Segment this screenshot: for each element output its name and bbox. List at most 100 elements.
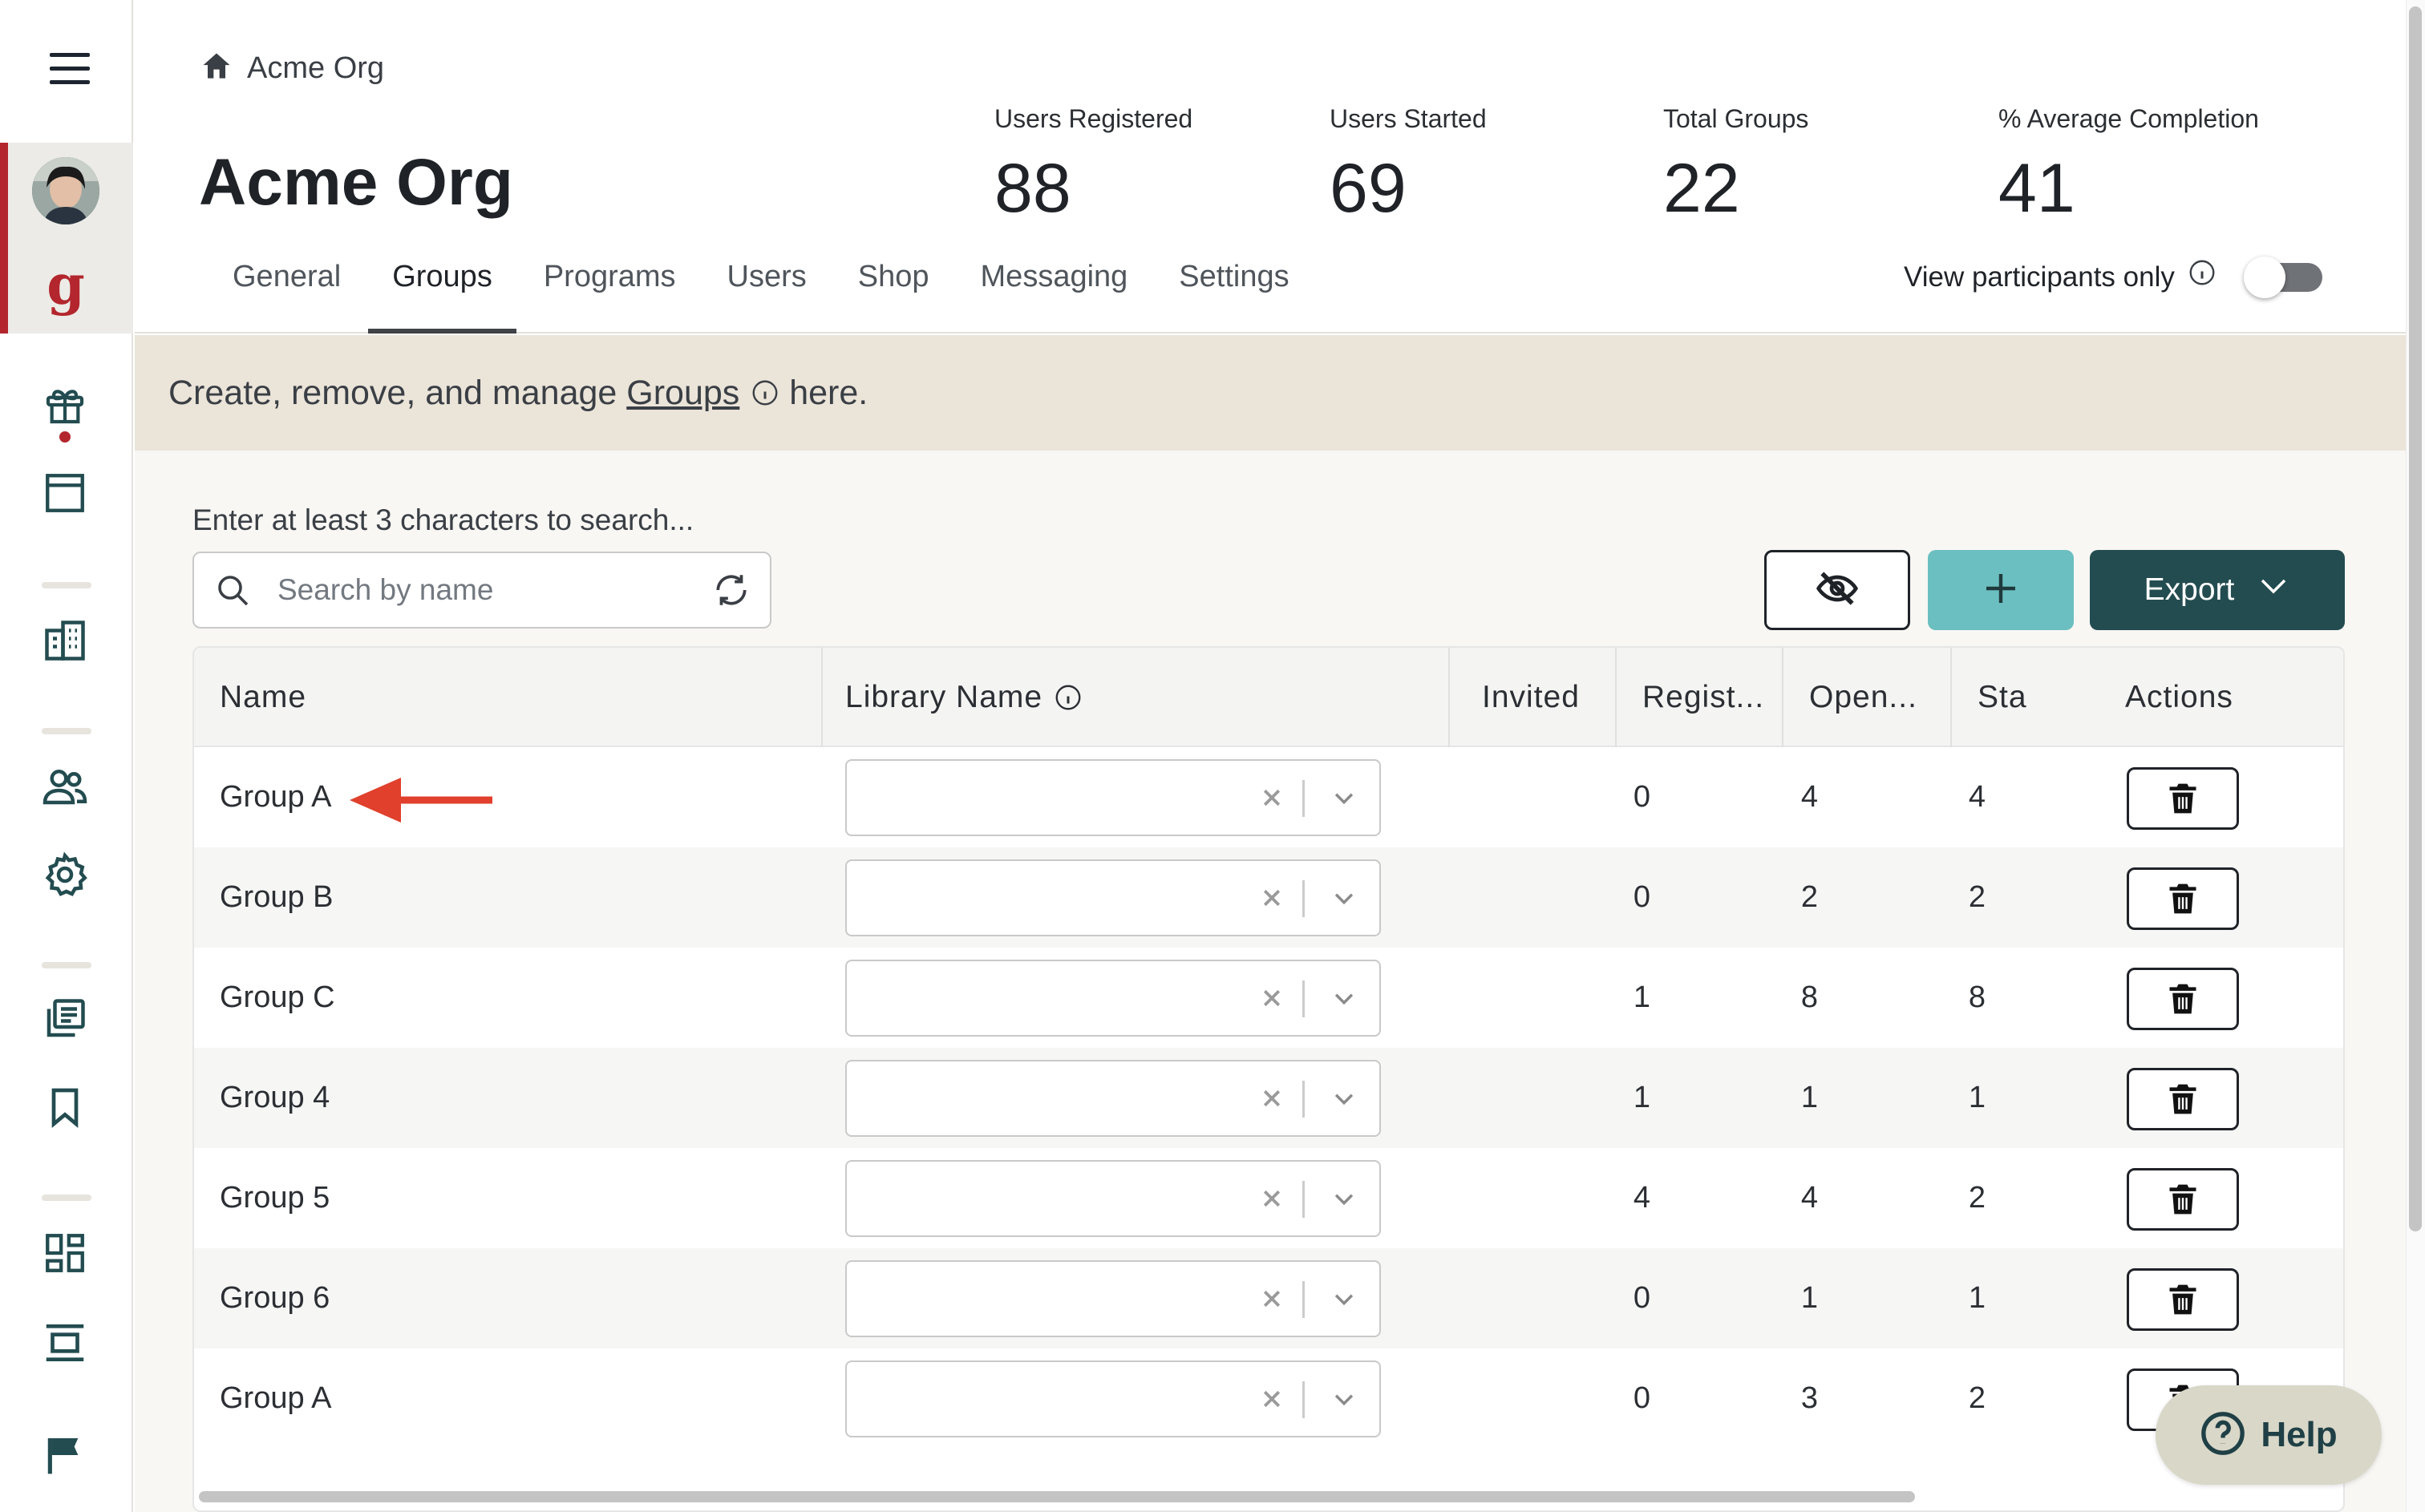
library-select[interactable]	[845, 960, 1381, 1037]
chevron-down-icon[interactable]	[1312, 961, 1376, 1035]
chevron-down-icon[interactable]	[1312, 761, 1376, 835]
column-divider[interactable]	[1782, 648, 1783, 747]
bookmark-icon[interactable]	[37, 1079, 93, 1135]
participants-toggle[interactable]	[2243, 257, 2324, 298]
select-divider	[1302, 1381, 1305, 1418]
column-header-registered[interactable]: Regist...	[1642, 648, 1764, 747]
delete-button[interactable]	[2127, 1168, 2239, 1231]
opened-count: 4	[1968, 780, 1986, 814]
delete-button[interactable]	[2127, 867, 2239, 930]
column-header-invited[interactable]: Invited	[1482, 648, 1580, 747]
column-divider[interactable]	[1950, 648, 1952, 747]
refresh-icon[interactable]	[693, 552, 770, 629]
info-icon[interactable]	[1054, 683, 1083, 712]
delete-button[interactable]	[2127, 767, 2239, 830]
help-button[interactable]: Help	[2156, 1385, 2382, 1485]
table-row: Group A 0 4 4	[194, 747, 2343, 847]
close-icon[interactable]	[1248, 1362, 1296, 1436]
stat-value: 22	[1663, 150, 1740, 227]
chevron-down-icon[interactable]	[1312, 1061, 1376, 1135]
breadcrumb: Acme Org	[199, 48, 384, 88]
dashboard-icon[interactable]	[37, 1225, 93, 1281]
column-header-started[interactable]: Sta	[1978, 648, 2034, 747]
library-icon[interactable]	[37, 991, 93, 1047]
group-name[interactable]: Group 6	[220, 1248, 330, 1348]
flag-icon[interactable]	[37, 1427, 93, 1483]
tab-settings[interactable]: Settings	[1153, 249, 1314, 334]
group-name[interactable]: Group 4	[220, 1048, 330, 1148]
sidebar-divider	[42, 1195, 91, 1201]
table-row: Group B 0 2 2	[194, 847, 2343, 948]
delete-button[interactable]	[2127, 1068, 2239, 1130]
close-icon[interactable]	[1248, 1061, 1296, 1135]
gear-icon[interactable]	[37, 847, 93, 903]
invited-count: 0	[1633, 1281, 1650, 1315]
building-icon[interactable]	[37, 612, 93, 669]
tab-programs[interactable]: Programs	[518, 249, 702, 334]
close-icon[interactable]	[1248, 961, 1296, 1035]
breadcrumb-org[interactable]: Acme Org	[247, 51, 384, 86]
library-select[interactable]	[845, 1260, 1381, 1337]
close-icon[interactable]	[1248, 861, 1296, 935]
opened-count: 1	[1968, 1281, 1986, 1315]
library-select[interactable]	[845, 859, 1381, 936]
delete-button[interactable]	[2127, 1268, 2239, 1331]
chevron-down-icon[interactable]	[1312, 1162, 1376, 1235]
export-button[interactable]: Export	[2090, 550, 2345, 630]
tab-general[interactable]: General	[207, 249, 366, 334]
menu-icon[interactable]	[45, 46, 98, 91]
column-header-name[interactable]: Name	[220, 648, 306, 747]
group-name[interactable]: Group A	[220, 747, 331, 847]
users-icon[interactable]	[37, 758, 93, 815]
group-name[interactable]: Group 5	[220, 1148, 330, 1248]
vertical-scrollbar[interactable]	[2409, 6, 2422, 1231]
library-select[interactable]	[845, 1360, 1381, 1437]
chevron-down-icon[interactable]	[1312, 1362, 1376, 1436]
column-header-opened[interactable]: Open...	[1809, 648, 1917, 747]
column-divider[interactable]	[1615, 648, 1617, 747]
close-icon[interactable]	[1248, 761, 1296, 835]
info-icon[interactable]	[2188, 258, 2217, 287]
brand-logo[interactable]: g	[45, 253, 87, 317]
invited-count: 1	[1633, 980, 1650, 1014]
tab-users[interactable]: Users	[702, 249, 832, 334]
horizontal-scrollbar[interactable]	[199, 1491, 1915, 1502]
column-divider[interactable]	[821, 648, 823, 747]
close-icon[interactable]	[1248, 1162, 1296, 1235]
column-header-library[interactable]: Library Name	[845, 648, 1083, 747]
registered-count: 1	[1800, 1081, 1818, 1114]
avatar[interactable]	[32, 157, 99, 224]
group-name[interactable]: Group B	[220, 847, 334, 948]
chevron-down-icon	[2257, 569, 2290, 611]
hide-columns-button[interactable]	[1764, 550, 1910, 630]
tab-shop[interactable]: Shop	[832, 249, 955, 334]
gift-icon[interactable]	[37, 377, 93, 433]
library-select[interactable]	[845, 1060, 1381, 1137]
banner-text: here.	[779, 373, 868, 412]
eye-off-icon	[1815, 566, 1860, 615]
stat-average-completion: % Average Completion 41	[1998, 99, 2259, 232]
sidebar-divider	[42, 962, 91, 968]
groups-help-link[interactable]: Groups	[626, 374, 739, 413]
library-select[interactable]	[845, 1160, 1381, 1237]
select-divider	[1302, 1081, 1305, 1118]
chevron-down-icon[interactable]	[1312, 1262, 1376, 1336]
delete-button[interactable]	[2127, 968, 2239, 1030]
tab-groups[interactable]: Groups	[366, 249, 518, 334]
org-header: Acme Org Acme Org Users Registered 88 Us…	[135, 0, 2406, 334]
tab-messaging[interactable]: Messaging	[955, 249, 1154, 334]
info-icon[interactable]	[751, 378, 779, 407]
question-icon	[2200, 1410, 2246, 1461]
add-group-button[interactable]	[1928, 550, 2074, 630]
chevron-down-icon[interactable]	[1312, 861, 1376, 935]
group-name[interactable]: Group C	[220, 948, 335, 1048]
library-select[interactable]	[845, 759, 1381, 836]
calendar-icon[interactable]	[37, 465, 93, 521]
layout-icon[interactable]	[37, 1315, 93, 1371]
home-icon[interactable]	[199, 49, 234, 88]
close-icon[interactable]	[1248, 1262, 1296, 1336]
sidebar-divider	[42, 728, 91, 734]
search-input[interactable]	[271, 554, 693, 626]
column-divider[interactable]	[1448, 648, 1450, 747]
group-name[interactable]: Group A	[220, 1348, 331, 1449]
